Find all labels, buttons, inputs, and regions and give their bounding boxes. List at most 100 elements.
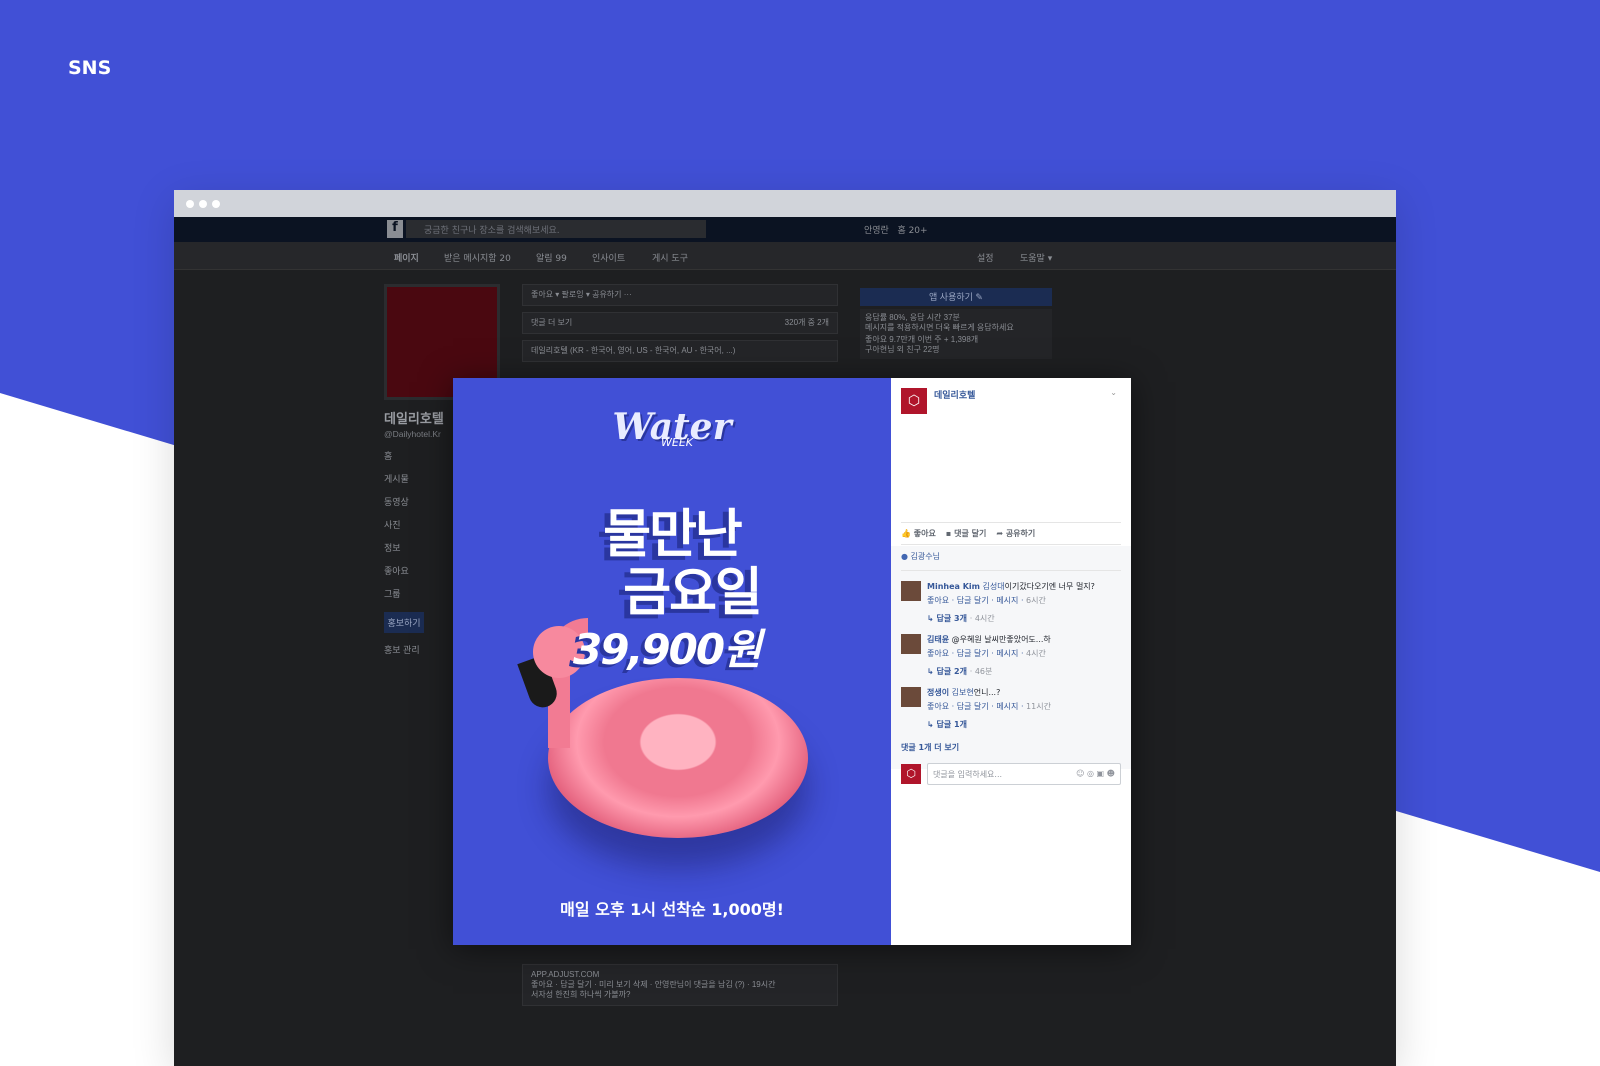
tab-page[interactable]: 페이지	[394, 251, 419, 264]
liked-by-name: 김광수님	[910, 552, 940, 561]
likes-count: 좋아요 9.7만개 이번 주 + 1,398개	[865, 335, 979, 344]
comment-time: 11시간	[1026, 702, 1051, 711]
share-icon: ➦	[996, 529, 1004, 538]
window-dot	[199, 199, 207, 208]
page-avatar[interactable]: ⬡	[901, 388, 927, 414]
comment-actions[interactable]: 좋아요 · 답글 달기 · 메시지 ·	[927, 596, 1026, 605]
tab-settings[interactable]: 설정	[977, 251, 994, 264]
liked-by[interactable]: ● 김광수님	[901, 551, 1121, 571]
feed: 좋아요 ▾ 팔로잉 ▾ 공유하기 ··· 댓글 더 보기 320개 중 2개 데일…	[522, 284, 838, 1006]
emoji-camera-gif-sticker-icons[interactable]: ☺ ◎ ▣ ☻	[1076, 769, 1115, 779]
reply-arrow-icon: ↳	[927, 614, 934, 623]
comment: Minhea Kim 김성대이기갔다오기엔 너무 멀지? 좋아요 · 답글 달기 …	[901, 581, 1121, 606]
comment-meta: 좋아요 · 답글 달기 · 메시지 · 6시간	[927, 595, 1095, 606]
tab-publishing-tools[interactable]: 게시 도구	[652, 251, 688, 264]
chevron-down-icon[interactable]: ⌄	[1110, 388, 1117, 397]
comment-meta: 좋아요 · 답글 달기 · 미리 보기 삭제 · 안영란님이 댓글을 남김 (?…	[531, 980, 776, 989]
comment-text: 서자성 한진희 하나씩 가볼까?	[531, 990, 631, 999]
photo-viewer: Water WEEK 물만난 금요일 39,900원 매일 오후 1시 선착순 1…	[453, 378, 1131, 945]
promote-button[interactable]: 홍보하기	[384, 612, 424, 633]
reply-arrow-icon: ↳	[927, 720, 934, 729]
like-button[interactable]: 👍 좋아요	[901, 528, 936, 539]
right-column: 앱 사용하기 ✎ 응답률 80%, 응답 시간 37분 메시지를 적용하시면 더…	[860, 288, 1052, 359]
like-label: 좋아요	[913, 529, 936, 538]
headline-line2: 금요일	[623, 563, 763, 623]
reply-time: · 4시간	[969, 614, 995, 623]
reply-count: 답글 3개	[936, 614, 967, 623]
post-actions: 👍 좋아요 ▪ 댓글 달기 ➦ 공유하기	[901, 522, 1121, 545]
share-button[interactable]: ➦ 공유하기	[996, 528, 1035, 539]
comment-author[interactable]: 정생이	[927, 688, 949, 697]
comment-meta: 좋아요 · 답글 달기 · 메시지 · 4시간	[927, 648, 1051, 659]
comment-list: Minhea Kim 김성대이기갔다오기엔 너무 멀지? 좋아요 · 답글 달기 …	[901, 581, 1121, 730]
tab-notifications[interactable]: 알림 99	[536, 251, 567, 264]
comment: 정생이 김보현언니...? 좋아요 · 답글 달기 · 메시지 · 11시간	[901, 687, 1121, 712]
post-page-name[interactable]: 데일리호텔	[934, 388, 975, 401]
page-tabs: 페이지 받은 메시지함 20 알림 99 인사이트 게시 도구 설정 도움말 ▾	[174, 242, 1396, 270]
composer-avatar: ⬡	[901, 764, 921, 784]
ad-image[interactable]: Water WEEK 물만난 금요일 39,900원 매일 오후 1시 선착순 1…	[453, 378, 891, 945]
use-app-button[interactable]: 앱 사용하기 ✎	[860, 288, 1052, 306]
comment-button[interactable]: ▪ 댓글 달기	[946, 528, 986, 539]
comment-tag[interactable]: 김성대	[983, 582, 1005, 591]
link-preview[interactable]: APP.ADJUST.COM 좋아요 · 답글 달기 · 미리 보기 삭제 · …	[522, 964, 838, 1006]
comment-author[interactable]: Minhea Kim	[927, 582, 980, 591]
share-label: 공유하기	[1005, 529, 1036, 538]
tab-inbox[interactable]: 받은 메시지함 20	[444, 251, 511, 264]
reply-count: 답글 1개	[936, 720, 967, 729]
view-replies[interactable]: ↳ 답글 1개	[927, 719, 1121, 730]
comments-summary: 댓글 더 보기 320개 중 2개	[522, 312, 838, 334]
comment-composer: ⬡ 댓글을 입력하세요... ☺ ◎ ▣ ☻	[901, 763, 1121, 785]
post-header: ⬡ 데일리호텔	[901, 388, 975, 414]
comment-count: 320개 중 2개	[784, 318, 829, 327]
more-comments-link[interactable]: 댓글 더 보기	[531, 318, 572, 327]
comment-placeholder: 댓글을 입력하세요...	[933, 770, 1003, 779]
tab-insights[interactable]: 인사이트	[592, 251, 625, 264]
commenter-avatar[interactable]	[901, 634, 921, 654]
comment-meta: 좋아요 · 답글 달기 · 메시지 · 11시간	[927, 701, 1051, 712]
commenter-avatar[interactable]	[901, 581, 921, 601]
facebook-topbar: f 궁금한 친구나 장소를 검색해보세요. 안영란 홈 20+	[174, 217, 1396, 242]
comment-time: 4시간	[1026, 649, 1046, 658]
page-label: SNS	[68, 57, 112, 79]
comment-actions[interactable]: 좋아요 · 답글 달기 · 메시지 ·	[927, 649, 1026, 658]
comment-actions[interactable]: 좋아요 · 답글 달기 · 메시지 ·	[927, 702, 1026, 711]
comments-section: ● 김광수님 Minhea Kim 김성대이기갔다오기엔 너무 멀지? 좋아요 ·…	[891, 546, 1131, 785]
reply-arrow-icon: ↳	[927, 667, 934, 676]
reply-count: 답글 2개	[936, 667, 967, 676]
post-panel: ⬡ 데일리호텔 ⌄ 👍 좋아요 ▪ 댓글 달기 ➦ 공유하기 ● 김광수님 Mi…	[891, 378, 1131, 945]
ad-headline: 물만난 금요일	[453, 506, 891, 622]
comment-author[interactable]: 김태윤	[927, 635, 949, 644]
comment-text: 이기갔다오기엔 너무 멀지?	[1004, 582, 1095, 591]
facebook-logo[interactable]: f	[387, 220, 403, 238]
comment: 김태윤 @우혜원 날씨만좋았어도...하 좋아요 · 답글 달기 · 메시지 · …	[901, 634, 1121, 659]
comment-icon: ▪	[945, 529, 952, 538]
search-input[interactable]: 궁금한 친구나 장소를 검색해보세요.	[406, 220, 706, 238]
comment-text: 언니...?	[973, 688, 1001, 697]
user-label: 안영란	[864, 226, 889, 236]
comment-tag[interactable]: 김보현	[952, 688, 974, 697]
comment-label: 댓글 달기	[954, 529, 987, 538]
home-link[interactable]: 홈 20+	[897, 226, 927, 236]
view-replies[interactable]: ↳ 답글 3개 · 4시간	[927, 613, 1121, 624]
reply-time: · 46분	[969, 667, 993, 676]
link-domain: APP.ADJUST.COM	[531, 970, 600, 979]
window-dot	[186, 199, 194, 208]
headline-line1: 물만난	[603, 505, 743, 565]
tab-help[interactable]: 도움말 ▾	[1020, 251, 1052, 264]
post-header[interactable]: 데일리호텔 (KR - 한국어, 영어, US - 한국어, AU - 한국어,…	[522, 340, 838, 362]
commenter-avatar[interactable]	[901, 687, 921, 707]
thumbs-up-icon: 👍	[901, 529, 911, 538]
browser-titlebar	[174, 190, 1396, 217]
user-name[interactable]: 안영란 홈 20+	[864, 223, 928, 236]
comment-time: 6시간	[1026, 596, 1046, 605]
friends-like: 구아현님 외 친구 22명	[865, 345, 940, 354]
more-comments-link[interactable]: 댓글 1개 더 보기	[901, 742, 1121, 753]
comment-input[interactable]: 댓글을 입력하세요... ☺ ◎ ▣ ☻	[927, 763, 1121, 785]
response-hint: 메시지를 적용하시면 더욱 빠르게 응답하세요	[865, 323, 1014, 332]
water-week-sub: WEEK	[661, 436, 693, 449]
like-badge-icon: ●	[901, 552, 908, 561]
page-actions[interactable]: 좋아요 ▾ 팔로잉 ▾ 공유하기 ···	[522, 284, 838, 306]
view-replies[interactable]: ↳ 답글 2개 · 46분	[927, 666, 1121, 677]
response-info: 응답률 80%, 응답 시간 37분 메시지를 적용하시면 더욱 빠르게 응답하…	[860, 309, 1052, 359]
